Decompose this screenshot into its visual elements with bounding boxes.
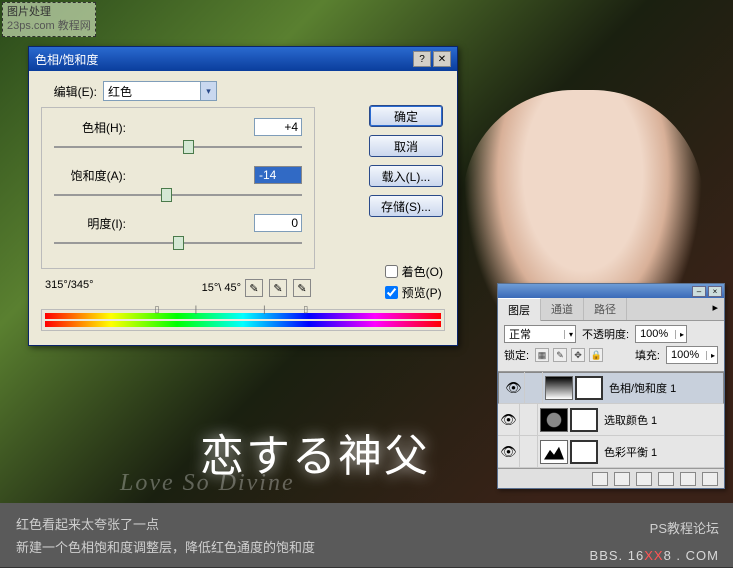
hue-label: 色相(H): [54, 119, 126, 136]
mask-icon[interactable] [614, 472, 630, 486]
forum-name: PS教程论坛 [590, 517, 719, 540]
saturation-input[interactable]: -14 [254, 166, 302, 184]
edit-label: 编辑(E): [41, 83, 97, 100]
lock-label: 锁定: [504, 347, 529, 363]
hue-input[interactable]: +4 [254, 118, 302, 136]
tab-paths[interactable]: 路径 [584, 298, 627, 320]
hue-saturation-dialog: 色相/饱和度 ? ✕ 编辑(E): 红色 ▾ 色相(H): +4 饱和度(A):… [28, 46, 458, 346]
watermark: 图片处理 23ps.com 教程网 [2, 2, 96, 37]
movie-subtitle: Love So Divine [120, 470, 295, 497]
adjustment-thumb-icon [540, 408, 568, 432]
layer-row[interactable]: 👁 色相/饱和度 1 [498, 372, 724, 404]
colorize-checkbox[interactable]: 着色(O) [385, 263, 443, 280]
adjustment-thumb-icon [545, 376, 573, 400]
save-button[interactable]: 存储(S)... [369, 195, 443, 217]
lightness-input[interactable]: 0 [254, 214, 302, 232]
trash-icon[interactable] [702, 472, 718, 486]
lock-transparent-icon[interactable]: ▦ [535, 348, 549, 362]
folder-icon[interactable] [658, 472, 674, 486]
close-button[interactable]: ✕ [433, 51, 451, 67]
lock-paint-icon[interactable]: ✎ [553, 348, 567, 362]
visibility-icon[interactable]: 👁 [503, 372, 525, 404]
help-button[interactable]: ? [413, 51, 431, 67]
layer-row[interactable]: 👁 色彩平衡 1 [498, 436, 724, 468]
edit-channel-combo[interactable]: 红色 ▾ [103, 81, 217, 101]
lock-all-icon[interactable]: 🔒 [589, 348, 603, 362]
chevron-down-icon: ▾ [200, 82, 216, 100]
dialog-titlebar[interactable]: 色相/饱和度 ? ✕ [29, 47, 457, 71]
cancel-button[interactable]: 取消 [369, 135, 443, 157]
ok-button[interactable]: 确定 [369, 105, 443, 127]
panel-titlebar[interactable]: – × [498, 284, 724, 298]
dialog-title: 色相/饱和度 [35, 51, 98, 68]
lightness-label: 明度(I): [54, 215, 126, 232]
fill-input[interactable]: 100%▸ [666, 346, 718, 364]
saturation-slider[interactable] [54, 186, 302, 204]
new-layer-icon[interactable] [680, 472, 696, 486]
visibility-icon[interactable]: 👁 [498, 404, 520, 436]
tab-layers[interactable]: 图层 [498, 298, 541, 321]
panel-menu-icon[interactable]: ▸ [706, 298, 724, 320]
eyedropper-add-icon[interactable]: ✎ [269, 279, 287, 297]
hue-range-strip[interactable]: ▯ | | ▯ [41, 309, 445, 331]
mask-thumb-icon [570, 440, 598, 464]
fx-icon[interactable] [592, 472, 608, 486]
opacity-input[interactable]: 100%▸ [635, 325, 687, 343]
layers-panel: – × 图层 通道 路径 ▸ 正常▾ 不透明度: 100%▸ 锁定: ▦ ✎ ✥… [497, 283, 725, 489]
mask-thumb-icon [575, 376, 603, 400]
preview-checkbox[interactable]: 预览(P) [385, 284, 443, 301]
visibility-icon[interactable]: 👁 [498, 436, 520, 468]
opacity-label: 不透明度: [582, 326, 629, 342]
load-button[interactable]: 载入(L)... [369, 165, 443, 187]
adjustment-thumb-icon [540, 440, 568, 464]
site-url: BBS. 16XX8 . COM [590, 544, 719, 567]
lightness-slider[interactable] [54, 234, 302, 252]
eyedropper-sub-icon[interactable]: ✎ [293, 279, 311, 297]
layer-list: 👁 色相/饱和度 1 👁 选取颜色 1 👁 色彩平衡 1 [498, 371, 724, 468]
blend-mode-select[interactable]: 正常▾ [504, 325, 576, 343]
caption-bar: 红色看起来太夸张了一点 新建一个色相饱和度调整层，降低红色通度的饱和度 PS教程… [0, 503, 733, 567]
adjustment-icon[interactable] [636, 472, 652, 486]
hue-slider[interactable] [54, 138, 302, 156]
layer-row[interactable]: 👁 选取颜色 1 [498, 404, 724, 436]
panel-minimize-icon[interactable]: – [692, 286, 706, 297]
range-left: 315°/345° [45, 279, 94, 297]
saturation-label: 饱和度(A): [54, 167, 126, 184]
mask-thumb-icon [570, 408, 598, 432]
panel-footer [498, 468, 724, 488]
tab-channels[interactable]: 通道 [541, 298, 584, 320]
fill-label: 填充: [635, 347, 660, 363]
eyedropper-icon[interactable]: ✎ [245, 279, 263, 297]
panel-close-icon[interactable]: × [708, 286, 722, 297]
range-right: 15°\ 45° [202, 282, 241, 294]
lock-move-icon[interactable]: ✥ [571, 348, 585, 362]
